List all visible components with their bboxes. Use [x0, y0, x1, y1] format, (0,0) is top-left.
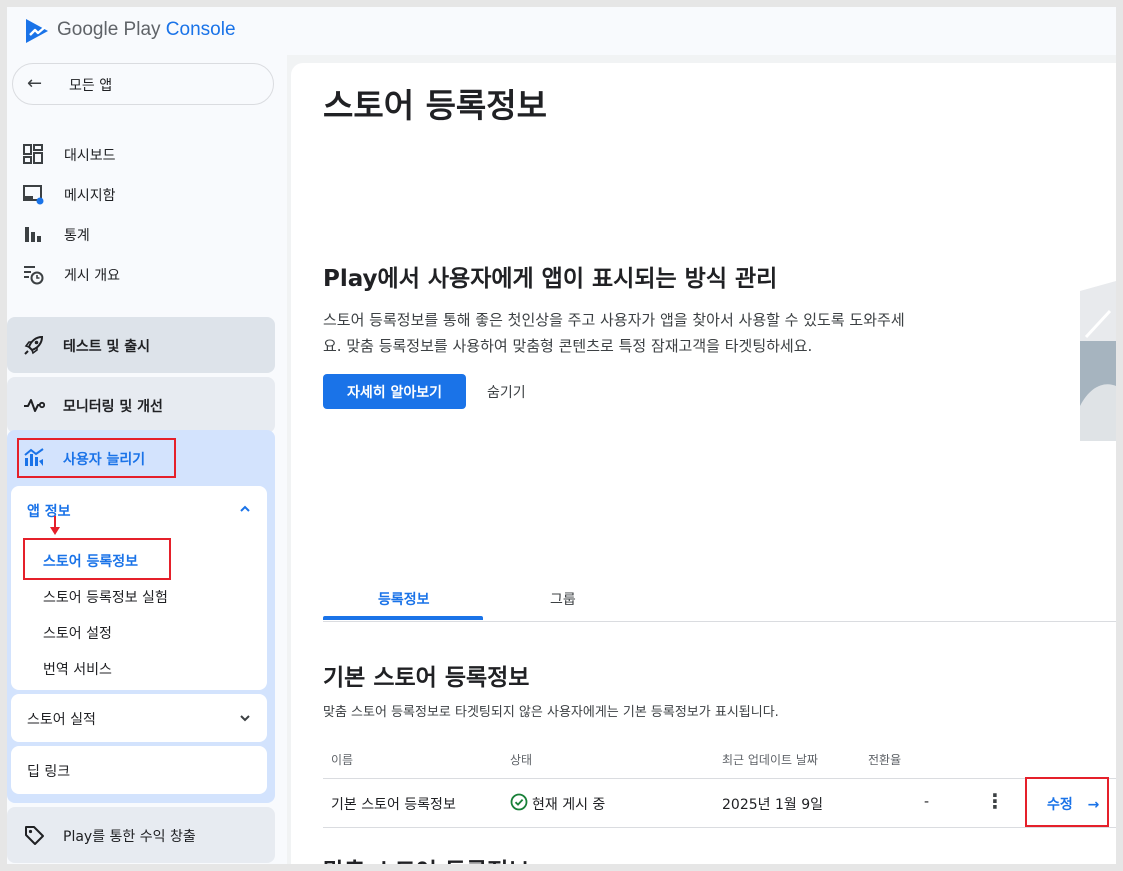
hide-banner-button[interactable]: 숨기기 — [487, 382, 526, 402]
banner-title: Play에서 사용자에게 앱이 표시되는 방식 관리 — [323, 266, 778, 292]
check-circle-icon — [510, 793, 528, 811]
sidebar: ← 모든 앱 대시보드 메시지함 통계 게시 개요 테스트 및 출시 모니터링 … — [7, 55, 287, 864]
default-listing-subtitle: 맞춤 스토어 등록정보로 타겟팅되지 않은 사용자에게는 기본 등록정보가 표시… — [323, 705, 779, 720]
highlight-box-grow — [17, 438, 176, 478]
dashboard-icon — [23, 144, 43, 164]
store-performance-label: 스토어 실적 — [27, 712, 96, 728]
table-row: 기본 스토어 등록정보 현재 게시 중 2025년 1월 9일 - ⋮ 수정 → — [323, 777, 1116, 828]
banner-description-line: 스토어 등록정보를 통해 좋은 첫인상을 주고 사용자가 앱을 찾아서 사용할 … — [323, 311, 905, 329]
sidebar-item-store-listing-experiments[interactable]: 스토어 등록정보 실험 — [43, 587, 168, 607]
default-listing-heading: 기본 스토어 등록정보 — [323, 665, 530, 691]
deep-links-label: 딥 링크 — [27, 764, 71, 780]
column-header-status: 상태 — [510, 753, 533, 767]
banner-illustration — [1080, 281, 1116, 441]
sidebar-item-dashboard[interactable]: 대시보드 — [22, 140, 272, 168]
sidebar-item-label: 대시보드 — [64, 148, 116, 164]
sidebar-item-label: 메시지함 — [64, 188, 116, 204]
store-performance-item[interactable]: 스토어 실적 — [11, 694, 267, 742]
main-content: 스토어 등록정보 Play에서 사용자에게 앱이 표시되는 방식 관리 스토어 … — [291, 63, 1116, 864]
bar-chart-icon — [25, 227, 41, 242]
table-header: 이름 상태 최근 업데이트 날짜 전환율 — [323, 743, 1116, 779]
sidebar-item-inbox[interactable]: 메시지함 — [22, 180, 272, 208]
sidebar-section-grow: 사용자 늘리기 앱 정보 스토어 등록정보 스토어 등록정보 실험 스토어 설정… — [7, 430, 275, 803]
active-tab-indicator — [323, 616, 483, 620]
custom-listing-heading: 맞춤 스토어 등록정보 — [323, 852, 529, 864]
column-header-name: 이름 — [331, 753, 354, 767]
sidebar-section-monitor[interactable]: 모니터링 및 개선 — [7, 377, 275, 433]
tab-groups[interactable]: 그룹 — [550, 589, 576, 609]
brand-google-play: Google Play — [57, 19, 161, 40]
deep-links-item[interactable]: 딥 링크 — [11, 746, 267, 794]
red-arrow-icon — [50, 516, 60, 535]
listing-tabs: 등록정보 그룹 — [323, 567, 1116, 622]
tag-icon — [25, 826, 44, 845]
sidebar-item-statistics[interactable]: 통계 — [22, 220, 272, 248]
sidebar-item-store-settings[interactable]: 스토어 설정 — [43, 623, 112, 643]
sidebar-section-label: 모니터링 및 개선 — [63, 399, 163, 415]
sidebar-section-monetize[interactable]: Play를 통한 수익 창출 — [7, 807, 275, 863]
highlight-box-store-listing — [23, 538, 171, 580]
sidebar-section-label: Play를 통한 수익 창출 — [63, 829, 196, 845]
sidebar-item-label: 통계 — [64, 228, 90, 244]
sidebar-item-translation-service[interactable]: 번역 서비스 — [43, 659, 112, 679]
page-title: 스토어 등록정보 — [323, 86, 548, 125]
inbox-icon — [23, 185, 44, 205]
vitals-icon — [24, 399, 45, 412]
listing-name: 기본 스토어 등록정보 — [331, 797, 456, 813]
chevron-up-icon — [240, 505, 250, 512]
banner-description: 스토어 등록정보를 통해 좋은 첫인상을 주고 사용자가 앱을 찾아서 사용할 … — [323, 307, 943, 359]
column-header-updated: 최근 업데이트 날짜 — [722, 753, 818, 767]
tab-listings[interactable]: 등록정보 — [378, 589, 430, 609]
sidebar-section-test-release[interactable]: 테스트 및 출시 — [7, 317, 275, 373]
more-options-icon[interactable]: ⋮ — [985, 791, 1005, 811]
play-console-logo-icon — [26, 19, 48, 43]
all-apps-button[interactable]: ← 모든 앱 — [12, 63, 274, 105]
rocket-icon — [24, 335, 44, 355]
publishing-overview-icon — [24, 266, 44, 285]
top-bar: Google Play Console — [7, 7, 1116, 55]
column-header-conversion: 전환율 — [868, 753, 902, 767]
listing-updated: 2025년 1월 9일 — [722, 797, 823, 813]
brand-console: Console — [165, 19, 236, 40]
app-frame: Google Play Console ← 모든 앱 대시보드 메시지함 통계 … — [7, 7, 1116, 864]
learn-more-button[interactable]: 자세히 알아보기 — [323, 374, 466, 409]
sidebar-section-label: 테스트 및 출시 — [63, 339, 151, 355]
brand-title: Google Play Console — [57, 19, 236, 41]
highlight-box-edit — [1025, 777, 1109, 827]
listing-status: 현재 게시 중 — [532, 797, 606, 813]
back-arrow-icon: ← — [27, 73, 43, 94]
app-info-card: 앱 정보 스토어 등록정보 스토어 등록정보 실험 스토어 설정 번역 서비스 — [11, 486, 267, 690]
sidebar-item-publishing-overview[interactable]: 게시 개요 — [22, 260, 272, 288]
chevron-down-icon — [240, 715, 250, 722]
all-apps-label: 모든 앱 — [69, 78, 113, 94]
listing-conversion: - — [924, 794, 930, 810]
banner-description-line: 요. 맞춤 등록정보를 사용하여 맞춤형 콘텐츠로 특정 잠재고객을 타겟팅하세… — [323, 337, 813, 355]
sidebar-item-label: 게시 개요 — [64, 268, 120, 284]
